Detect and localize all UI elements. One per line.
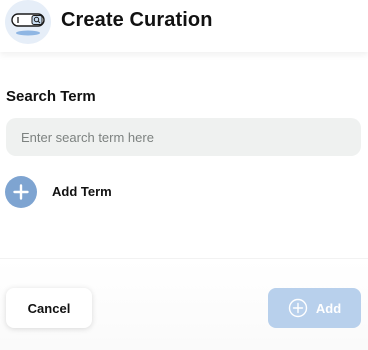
search-term-label: Search Term [6, 88, 96, 105]
add-button-label: Add [315, 300, 342, 316]
plus-circle-icon [5, 176, 37, 208]
search-bar-icon [5, 0, 51, 44]
cancel-button[interactable]: Cancel [6, 288, 92, 328]
search-term-input[interactable] [6, 118, 351, 156]
header: Create Curation [0, 0, 368, 52]
plus-circle-icon [288, 298, 308, 318]
search-term-field-wrapper [6, 118, 361, 156]
add-term-button[interactable]: Add Term [5, 176, 145, 208]
page-title: Create Curation [61, 9, 213, 31]
cancel-button-label: Cancel [27, 300, 71, 316]
add-button[interactable]: Add [268, 288, 361, 328]
add-term-label: Add Term [52, 184, 112, 199]
